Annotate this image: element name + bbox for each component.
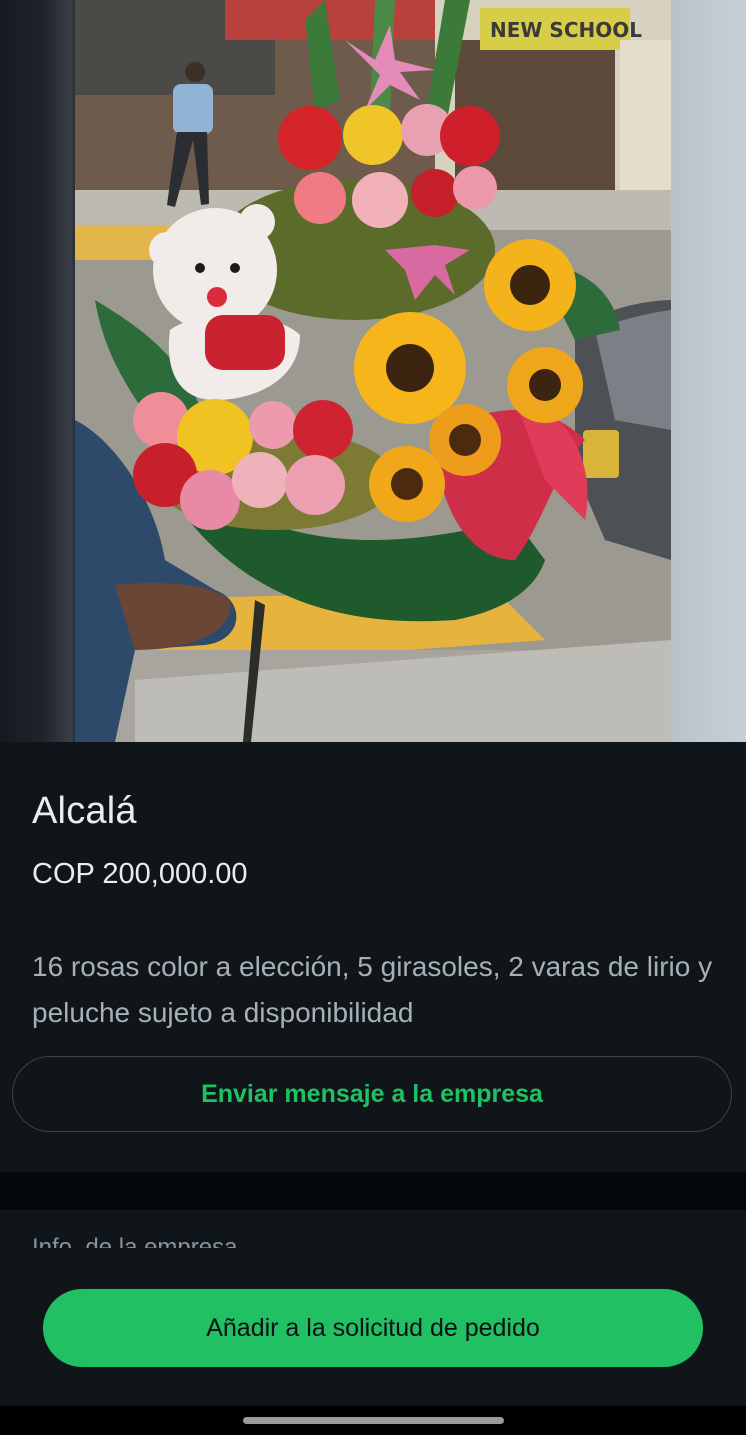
- system-navigation-bar: [0, 1406, 746, 1435]
- product-image[interactable]: NEW SCHOOL: [0, 0, 746, 742]
- home-indicator[interactable]: [243, 1417, 504, 1424]
- company-info-section: Info. de la empresa Añadir a la solicitu…: [0, 1210, 746, 1435]
- product-description: 16 rosas color a elección, 5 girasoles, …: [32, 951, 713, 1028]
- shop-sign-text: NEW SCHOOL: [490, 18, 642, 42]
- product-detail-screen: NEW SCHOOL Alcalá COP 200,000.00 16 rosa…: [0, 0, 746, 1435]
- product-info-panel: Alcalá COP 200,000.00 16 rosas color a e…: [0, 742, 746, 1172]
- section-divider: [0, 1172, 746, 1210]
- product-title: Alcalá: [32, 790, 137, 832]
- flower-bouquet-photo: NEW SCHOOL: [75, 0, 671, 742]
- add-to-order-button[interactable]: Añadir a la solicitud de pedido: [43, 1289, 703, 1367]
- product-price: COP 200,000.00: [32, 858, 248, 890]
- message-business-button[interactable]: Enviar mensaje a la empresa: [12, 1056, 732, 1132]
